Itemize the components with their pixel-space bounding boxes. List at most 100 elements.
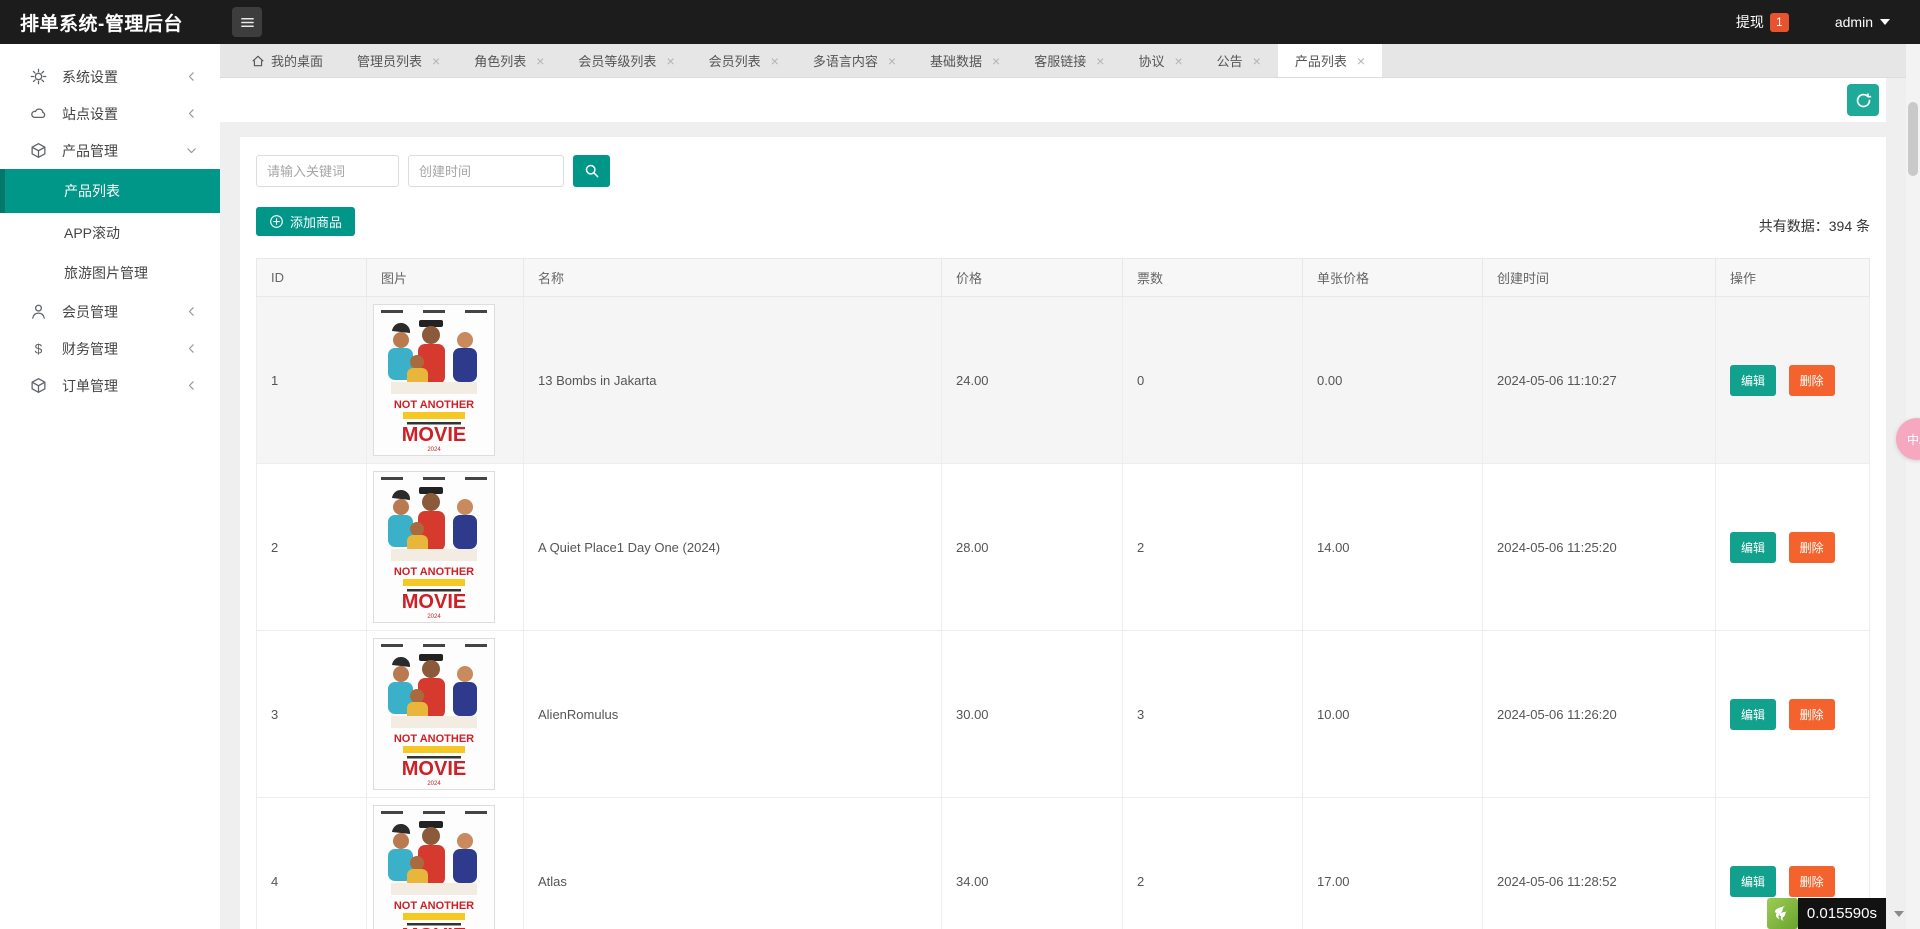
cell-tickets: 0 [1123, 297, 1303, 464]
tab-item[interactable]: 产品列表 × [1278, 44, 1382, 77]
sidebar-item-label: 财务管理 [62, 339, 118, 359]
svg-text:MOVIE: MOVIE [402, 424, 466, 446]
tab-close-icon[interactable]: × [888, 54, 896, 68]
svg-text:MOVIE: MOVIE [402, 925, 466, 929]
sidebar-item[interactable]: 产品管理 [0, 132, 220, 169]
cell-image: NOT ANOTHER MOVIE 2024 [367, 464, 524, 631]
tab-close-icon[interactable]: × [1174, 54, 1182, 68]
tab-label: 会员等级列表 [578, 51, 656, 70]
tab-item[interactable]: 多语言内容 × [796, 44, 913, 77]
site-icon [30, 105, 47, 122]
search-icon [584, 163, 600, 179]
svg-text:2024: 2024 [427, 614, 441, 620]
tab-item[interactable]: 会员列表 × [692, 44, 796, 77]
cell-name: A Quiet Place1 Day One (2024) [524, 464, 942, 631]
main-area: 我的桌面 管理员列表 × 角色列表 × 会员等级列表 × 会员列表 × 多语言内… [220, 44, 1920, 929]
delete-button[interactable]: 删除 [1789, 532, 1835, 563]
product-poster-image: NOT ANOTHER MOVIE 2024 [373, 805, 495, 929]
sidebar-item-label: 系统设置 [62, 67, 118, 87]
user-menu[interactable]: admin [1835, 14, 1890, 30]
sidebar-subitem[interactable]: 旅游图片管理 [0, 253, 220, 293]
add-product-button[interactable]: 添加商品 [256, 207, 355, 236]
sidebar-toggle-button[interactable] [232, 7, 262, 37]
tab-item[interactable]: 我的桌面 [234, 44, 340, 77]
cube-icon [30, 142, 47, 159]
svg-text:NOT ANOTHER: NOT ANOTHER [394, 399, 474, 411]
edit-button[interactable]: 编辑 [1730, 699, 1776, 730]
table-row: 1 NOT ANOTHER MOVIE [257, 297, 1870, 464]
refresh-icon [1855, 92, 1872, 109]
refresh-button[interactable] [1847, 84, 1879, 116]
tab-item[interactable]: 协议 × [1121, 44, 1199, 77]
tab-item[interactable]: 基础数据 × [913, 44, 1017, 77]
sidebar-item[interactable]: 站点设置 [0, 95, 220, 132]
tab-item[interactable]: 客服链接 × [1017, 44, 1121, 77]
chevron-icon [185, 342, 198, 355]
sidebar-item-label: 会员管理 [62, 302, 118, 322]
product-poster-image: NOT ANOTHER MOVIE 2024 [373, 304, 495, 456]
header-id: ID [257, 259, 367, 297]
cell-name: 13 Bombs in Jakarta [524, 297, 942, 464]
product-table: ID 图片 名称 价格 票数 单张价格 创建时间 操作 1 [256, 258, 1870, 929]
cell-id: 3 [257, 631, 367, 798]
translate-widget-label: 中A [1907, 431, 1920, 448]
username: admin [1835, 14, 1873, 30]
tab-label: 产品列表 [1295, 51, 1347, 70]
keyword-input[interactable] [256, 155, 399, 187]
cell-name: AlienRomulus [524, 631, 942, 798]
table-row: 2 NOT ANOTHER MOVIE [257, 464, 1870, 631]
chevron-icon [185, 379, 198, 392]
create-time-input[interactable] [408, 155, 564, 187]
sidebar: 系统设置 站点设置 产品管理 产品列表 APP滚动 旅游图片管理 会员管理 财务… [0, 44, 220, 929]
hamburger-icon [240, 15, 255, 30]
edit-button[interactable]: 编辑 [1730, 365, 1776, 396]
cell-image: NOT ANOTHER MOVIE 2024 [367, 798, 524, 929]
withdraw-link[interactable]: 提现 [1736, 12, 1764, 32]
add-product-label: 添加商品 [290, 212, 342, 231]
product-poster-image: NOT ANOTHER MOVIE 2024 [373, 638, 495, 790]
sidebar-item[interactable]: 会员管理 [0, 293, 220, 330]
tab-item[interactable]: 角色列表 × [457, 44, 561, 77]
tab-close-icon[interactable]: × [1096, 54, 1104, 68]
search-button[interactable] [573, 155, 610, 187]
svg-text:MOVIE: MOVIE [402, 758, 466, 780]
flame-icon [1771, 903, 1793, 925]
header-price: 价格 [942, 259, 1123, 297]
sidebar-subitem[interactable]: 产品列表 [0, 169, 220, 213]
vertical-scrollbar[interactable] [1906, 44, 1920, 929]
debug-caret-icon[interactable] [1894, 911, 1904, 917]
tab-label: 我的桌面 [271, 51, 323, 70]
tab-item[interactable]: 管理员列表 × [340, 44, 457, 77]
tab-close-icon[interactable]: × [1253, 54, 1261, 68]
sidebar-item[interactable]: 订单管理 [0, 367, 220, 404]
sidebar-item-label: 订单管理 [62, 376, 118, 396]
cell-created-time: 2024-05-06 11:28:52 [1483, 798, 1716, 929]
sidebar-subitem[interactable]: APP滚动 [0, 213, 220, 253]
cell-price: 30.00 [942, 631, 1123, 798]
svg-text:NOT ANOTHER: NOT ANOTHER [394, 733, 474, 745]
tab-close-icon[interactable]: × [1357, 54, 1365, 68]
cell-unit-price: 0.00 [1303, 297, 1483, 464]
tab-close-icon[interactable]: × [536, 54, 544, 68]
cell-price: 28.00 [942, 464, 1123, 631]
plus-circle-icon [269, 214, 284, 229]
cell-id: 2 [257, 464, 367, 631]
tab-close-icon[interactable]: × [992, 54, 1000, 68]
tab-close-icon[interactable]: × [432, 54, 440, 68]
delete-button[interactable]: 删除 [1789, 365, 1835, 396]
sidebar-item[interactable]: 系统设置 [0, 58, 220, 95]
action-row: 添加商品 共有数据：394 条 [256, 207, 1870, 236]
header-tickets: 票数 [1123, 259, 1303, 297]
delete-button[interactable]: 删除 [1789, 699, 1835, 730]
cell-actions: 编辑 删除 [1716, 297, 1870, 464]
edit-button[interactable]: 编辑 [1730, 532, 1776, 563]
thinkphp-logo-button[interactable] [1767, 898, 1798, 929]
edit-button[interactable]: 编辑 [1730, 866, 1776, 897]
tab-close-icon[interactable]: × [771, 54, 779, 68]
tab-item[interactable]: 会员等级列表 × [561, 44, 691, 77]
delete-button[interactable]: 删除 [1789, 866, 1835, 897]
tab-close-icon[interactable]: × [666, 54, 674, 68]
sidebar-item[interactable]: 财务管理 [0, 330, 220, 367]
scrollbar-thumb[interactable] [1908, 102, 1918, 176]
tab-item[interactable]: 公告 × [1200, 44, 1278, 77]
